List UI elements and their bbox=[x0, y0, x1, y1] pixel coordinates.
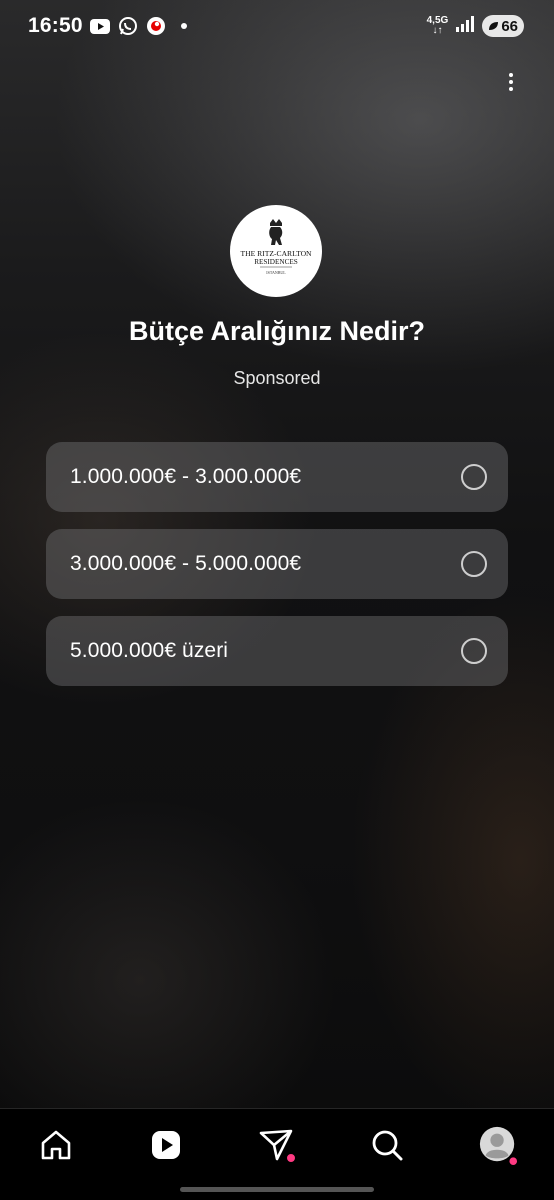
poll-option-1[interactable]: 1.000.000€ - 3.000.000€ bbox=[46, 442, 508, 512]
poll-option-label: 1.000.000€ - 3.000.000€ bbox=[70, 465, 302, 488]
whatsapp-icon bbox=[117, 15, 139, 37]
poll-option-label: 3.000.000€ - 5.000.000€ bbox=[70, 552, 302, 575]
status-right: 4,5G ↓↑ 66 bbox=[427, 15, 524, 37]
network-arrows-icon: ↓↑ bbox=[432, 25, 443, 36]
more-vertical-icon-dot bbox=[509, 87, 513, 91]
ritz-carlton-logo-icon: THE RITZ-CARLTON RESIDENCES ISTANBUL bbox=[240, 219, 312, 275]
youtube-icon bbox=[89, 15, 111, 37]
messages-icon bbox=[259, 1129, 297, 1164]
poll-option-2[interactable]: 3.000.000€ - 5.000.000€ bbox=[46, 529, 508, 599]
poll-question: Bütçe Aralığınız Nedir? bbox=[128, 316, 426, 346]
search-icon bbox=[372, 1130, 403, 1161]
reels-icon bbox=[152, 1131, 180, 1159]
radio-unselected-icon[interactable] bbox=[461, 464, 487, 490]
poll-option-label: 5.000.000€ üzeri bbox=[70, 639, 229, 662]
notification-badge bbox=[285, 1152, 297, 1164]
nav-search[interactable] bbox=[367, 1125, 407, 1165]
logo-line2: RESIDENCES bbox=[254, 258, 298, 266]
more-vertical-icon-dot bbox=[509, 73, 513, 77]
nav-home[interactable] bbox=[36, 1125, 76, 1165]
logo-line1: THE RITZ-CARLTON bbox=[240, 249, 312, 258]
more-vertical-icon-dot bbox=[509, 80, 513, 84]
radio-unselected-icon[interactable] bbox=[461, 638, 487, 664]
status-time: 16:50 bbox=[28, 14, 83, 37]
status-left: 16:50 bbox=[28, 14, 187, 38]
more-options-button[interactable] bbox=[497, 70, 525, 94]
poll-option-3[interactable]: 5.000.000€ üzeri bbox=[46, 616, 508, 686]
nav-messages[interactable] bbox=[257, 1125, 297, 1165]
status-bar: 16:50 4,5G ↓↑ 66 bbox=[0, 0, 554, 52]
brand-logo[interactable]: THE RITZ-CARLTON RESIDENCES ISTANBUL bbox=[230, 205, 322, 297]
battery-indicator: 66 bbox=[482, 15, 524, 37]
logo-line3: ISTANBUL bbox=[266, 270, 286, 275]
vodafone-icon bbox=[145, 15, 167, 37]
nav-reels[interactable] bbox=[146, 1125, 186, 1165]
home-icon bbox=[41, 1130, 71, 1160]
radio-unselected-icon[interactable] bbox=[461, 551, 487, 577]
gesture-bar[interactable] bbox=[180, 1187, 374, 1192]
notification-badge bbox=[507, 1155, 518, 1166]
profile-avatar bbox=[479, 1126, 518, 1166]
battery-level: 66 bbox=[501, 17, 518, 35]
notification-dot bbox=[180, 23, 187, 29]
nav-profile[interactable] bbox=[478, 1125, 518, 1166]
sponsored-label: Sponsored bbox=[233, 368, 321, 388]
network-indicator: 4,5G ↓↑ bbox=[427, 16, 449, 36]
signal-icon bbox=[456, 15, 475, 37]
battery-saver-icon bbox=[489, 22, 499, 30]
story-ad-screen: 16:50 4,5G ↓↑ 66 THE RITZ-CARLTON RESIDE… bbox=[0, 0, 554, 1200]
